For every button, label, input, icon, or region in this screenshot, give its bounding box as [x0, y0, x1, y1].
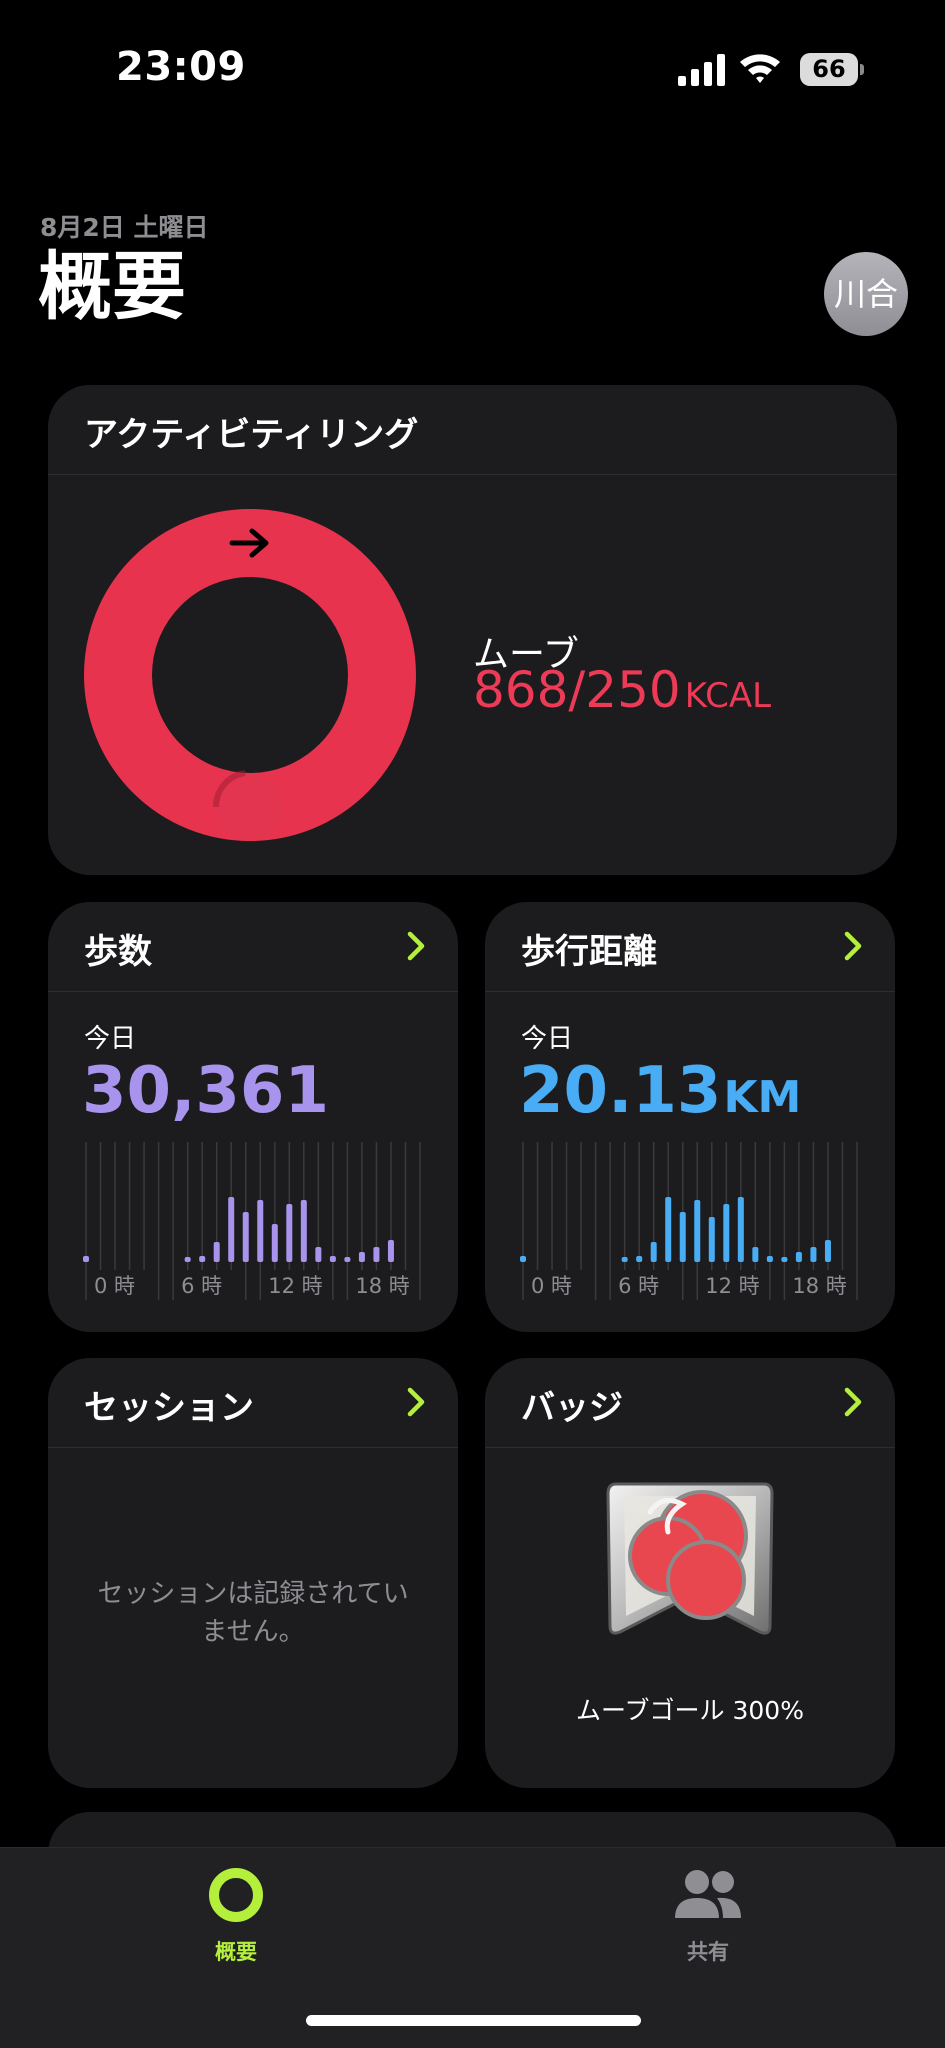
steps-value: 30,361 [82, 1054, 329, 1128]
hourly-bar [315, 1247, 322, 1262]
axis-label: 18 時 [792, 1274, 846, 1298]
axis-label: 6 時 [618, 1274, 659, 1298]
badges-title: バッジ [521, 1388, 623, 1428]
hourly-bar [213, 1242, 220, 1262]
sessions-empty-text: セッションは記録されていません。 [97, 1579, 409, 1647]
tab-summary-label: 概要 [215, 1940, 257, 1964]
hourly-bar [300, 1200, 307, 1262]
axis-label: 12 時 [268, 1274, 322, 1298]
axis-label: 12 時 [705, 1274, 759, 1298]
card-header: セッション [48, 1358, 458, 1448]
move-value: 868/250 KCAL [473, 661, 771, 719]
activity-ring-card[interactable]: アクティビティリング ムーブ 868/250 KCAL [48, 385, 897, 875]
axis-label: 0 時 [531, 1274, 572, 1298]
chevron-right-icon [844, 931, 862, 961]
hourly-bar [344, 1257, 351, 1262]
hourly-bar [621, 1257, 628, 1262]
hourly-bar [83, 1256, 89, 1262]
hourly-bar [781, 1257, 788, 1262]
hourly-bar [694, 1200, 701, 1262]
move-ring [84, 509, 416, 841]
badge-name: ムーブゴール 300% [576, 1696, 804, 1725]
steps-title: 歩数 [84, 932, 152, 972]
distance-value: 20.13KM [519, 1054, 801, 1128]
distance-title: 歩行距離 [521, 932, 657, 972]
tab-summary[interactable]: 概要 [136, 1862, 336, 1972]
chevron-right-icon [407, 1387, 425, 1417]
card-header: 歩数 [48, 902, 458, 992]
hourly-bar [228, 1197, 235, 1262]
axis-label: 18 時 [355, 1274, 409, 1298]
steps-card[interactable]: 歩数 今日 30,361 0 時 6 時 12 時 18 時 [48, 902, 458, 1332]
activity-ring-tab-icon [209, 1868, 263, 1922]
status-bar: 23:09 66 [0, 0, 945, 140]
axis-label: 0 時 [94, 1274, 135, 1298]
hourly-bar [286, 1204, 293, 1262]
chevron-right-icon [407, 931, 425, 961]
hourly-bar [824, 1240, 831, 1262]
hourly-bar [795, 1252, 802, 1262]
battery-level: 66 [800, 53, 858, 86]
sessions-card[interactable]: セッション セッションは記録されていません。 [48, 1358, 458, 1788]
hourly-bar [708, 1217, 715, 1262]
tab-sharing-label: 共有 [687, 1940, 729, 1964]
tab-sharing[interactable]: 共有 [608, 1862, 808, 1972]
move-goal-badge-icon [606, 1482, 774, 1635]
axis-label: 6 時 [181, 1274, 222, 1298]
today-label: 今日 [84, 1024, 137, 1054]
wifi-icon [740, 54, 780, 83]
card-header: アクティビティリング [48, 385, 897, 475]
hourly-bar [184, 1257, 191, 1262]
battery-icon: 66 [800, 53, 864, 86]
status-time: 23:09 [116, 44, 246, 90]
hourly-bar [723, 1204, 730, 1262]
move-value-number: 868/250 [473, 661, 681, 719]
hourly-bar [810, 1247, 817, 1262]
activity-ring-title: アクティビティリング [84, 415, 419, 455]
hourly-bar [737, 1197, 744, 1262]
move-value-unit: KCAL [684, 676, 772, 716]
hourly-bar [271, 1224, 278, 1262]
steps-hourly-chart: 0 時 6 時 12 時 18 時 [83, 1142, 421, 1300]
page-title: 概要 [38, 244, 186, 330]
today-label: 今日 [521, 1024, 574, 1054]
card-header: 歩行距離 [485, 902, 895, 992]
distance-unit: KM [723, 1072, 802, 1123]
distance-hourly-chart: 0 時 6 時 12 時 18 時 [520, 1142, 858, 1300]
sessions-title: セッション [84, 1388, 254, 1428]
hourly-bar [679, 1212, 686, 1262]
people-icon [675, 1870, 741, 1918]
hourly-bar [665, 1197, 672, 1262]
home-indicator [306, 2015, 641, 2026]
hourly-bar [636, 1256, 643, 1262]
hourly-bar [358, 1252, 365, 1262]
hourly-bar [373, 1247, 380, 1262]
date-label: 8月2日 土曜日 [40, 213, 209, 242]
distance-number: 20.13 [519, 1054, 722, 1128]
hourly-bar [520, 1256, 526, 1262]
hourly-bar [199, 1256, 206, 1262]
cellular-signal-icon [678, 54, 725, 86]
hourly-bar [257, 1200, 264, 1262]
badges-card[interactable]: バッジ ムーブゴール 300% [485, 1358, 895, 1788]
hourly-bar [650, 1242, 657, 1262]
avatar[interactable]: 川合 [824, 252, 908, 336]
chevron-right-icon [844, 1387, 862, 1417]
hourly-bar [766, 1256, 773, 1262]
distance-card[interactable]: 歩行距離 今日 20.13KM 0 時 6 時 12 時 18 時 [485, 902, 895, 1332]
hourly-bar [387, 1240, 394, 1262]
hourly-bar [242, 1212, 249, 1262]
hourly-bar [752, 1247, 759, 1262]
card-header: バッジ [485, 1358, 895, 1448]
hourly-bar [329, 1256, 336, 1262]
